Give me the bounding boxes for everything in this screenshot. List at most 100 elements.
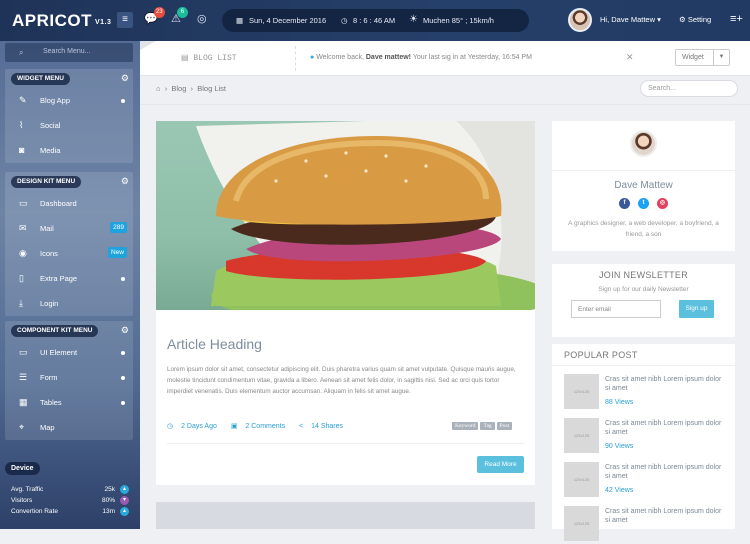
lifebuoy-icon[interactable]: ◎ bbox=[197, 12, 207, 25]
chevron-down-icon: ▼ bbox=[713, 50, 729, 65]
desktop-icon: ▭ bbox=[19, 347, 28, 357]
caret-down-icon: ▾ bbox=[657, 15, 661, 24]
list-item[interactable]: 125x125 Cras sit amet nibh Lorem ipsum do… bbox=[564, 462, 729, 500]
group-title: DESIGN KIT MENU bbox=[11, 176, 82, 188]
post-title: Cras sit amet nibh Lorem ipsum dolor si … bbox=[605, 420, 722, 436]
time-text: 8 : 6 : 46 AM bbox=[353, 16, 396, 25]
tag-keyword[interactable]: Keyword bbox=[452, 422, 479, 430]
sidebar-item-tables[interactable]: ▦ Tables bbox=[5, 390, 133, 415]
sidebar-item-icons[interactable]: ◉ Icons New bbox=[5, 241, 133, 266]
article-tags: Keyword Tag Post bbox=[450, 420, 513, 430]
component-kit-menu-group: COMPONENT KIT MENU ⚙ ▭ UI Element ☰ Form ▦… bbox=[5, 321, 133, 440]
widget-dropdown[interactable]: Widget ▼ bbox=[675, 49, 730, 66]
download-icon: ⤓ bbox=[19, 298, 23, 308]
plus-menu-icon[interactable]: ≡+ bbox=[730, 13, 743, 25]
sidebar-item-login[interactable]: ⤓ Login bbox=[5, 291, 133, 316]
home-icon[interactable]: ⌂ bbox=[156, 84, 161, 93]
profile-name: Dave Mattew bbox=[614, 180, 673, 191]
article-image[interactable] bbox=[156, 121, 535, 310]
dot-indicator bbox=[121, 99, 125, 103]
user-menu[interactable]: Hi, Dave Mattew ▾ bbox=[600, 15, 661, 24]
newsletter-title: JOIN NEWSLETTER bbox=[598, 270, 688, 280]
newsletter-card: JOIN NEWSLETTER Sign up for our daily Ne… bbox=[552, 264, 735, 337]
sidebar-item-media[interactable]: ◙ Media bbox=[5, 138, 133, 163]
group-title: WIDGET MENU bbox=[11, 73, 70, 85]
post-title: Cras sit amet nibh Lorem ipsum dolor si … bbox=[605, 376, 722, 392]
list-item[interactable]: 125x125 Cras sit amet nibh Lorem ipsum do… bbox=[564, 506, 729, 544]
tag-tag[interactable]: Tag bbox=[480, 422, 495, 430]
grid-icon: ▦ bbox=[19, 397, 28, 407]
post-views: 90 Views bbox=[605, 443, 634, 450]
gear-icon: ⚙ bbox=[679, 15, 686, 24]
article-shares[interactable]: < 14 Shares bbox=[299, 423, 349, 430]
sidebar-item-label: UI Element bbox=[40, 348, 78, 357]
post-views: 88 Views bbox=[605, 399, 634, 406]
sidebar-item-ui-element[interactable]: ▭ UI Element bbox=[5, 340, 133, 365]
twitter-icon[interactable]: t bbox=[638, 198, 649, 209]
article-comments[interactable]: ▣ 2 Comments bbox=[231, 423, 291, 430]
close-icon[interactable]: ✕ bbox=[626, 52, 634, 63]
user-avatar[interactable] bbox=[568, 8, 592, 32]
sign-up-button[interactable]: Sign up bbox=[679, 300, 714, 318]
article-body: Lorem ipsum dolor sit amet, consectetur … bbox=[167, 366, 516, 395]
read-more-button[interactable]: Read More bbox=[477, 456, 524, 473]
chat-icon[interactable]: 💬 23 bbox=[144, 7, 165, 25]
tag-post[interactable]: Post bbox=[496, 422, 513, 430]
stat-avg-traffic: Avg. Traffic 25k ▴ bbox=[11, 485, 129, 494]
sidebar-item-form[interactable]: ☰ Form bbox=[5, 365, 133, 390]
stat-conversion-rate: Convertion Rate 13m ▴ bbox=[11, 507, 129, 516]
date-text: 2 Days Ago bbox=[181, 423, 217, 430]
instagram-icon[interactable]: ◎ bbox=[657, 198, 668, 209]
page-fold-corner bbox=[140, 41, 156, 50]
pencil-icon: ✎ bbox=[19, 95, 27, 105]
monitor-icon: ▭ bbox=[19, 198, 28, 208]
header-divider bbox=[140, 104, 750, 105]
page-label-text: BLOG LIST bbox=[193, 54, 237, 63]
list-item[interactable]: 125x125 Cras sit amet nibh Lorem ipsum do… bbox=[564, 374, 729, 412]
page-search-input[interactable]: Search... bbox=[640, 80, 738, 97]
facebook-icon[interactable]: f bbox=[619, 198, 630, 209]
sidebar-item-blog-app[interactable]: ✎ Blog App bbox=[5, 88, 133, 113]
post-title: Cras sit amet nibh Lorem ipsum dolor si … bbox=[605, 508, 722, 524]
welcome-suffix: Your last sig in at Yesterday, 16:54 PM bbox=[412, 54, 532, 61]
page-label: ▤ BLOG LIST bbox=[181, 53, 237, 63]
welcome-prefix: Welcome back, bbox=[316, 54, 364, 61]
hamburger-menu-icon[interactable]: ≡ bbox=[117, 12, 133, 28]
stat-visitors: Visitors 80% ▾ bbox=[11, 496, 129, 505]
chat-badge: 23 bbox=[153, 7, 165, 18]
sidebar-item-mail[interactable]: ✉ Mail 289 bbox=[5, 216, 133, 241]
widget-label: Widget bbox=[682, 54, 704, 61]
gear-icon[interactable]: ⚙ bbox=[121, 325, 129, 336]
dot-indicator bbox=[121, 351, 125, 355]
setting-button[interactable]: ⚙ Setting bbox=[679, 15, 711, 24]
gear-icon[interactable]: ⚙ bbox=[121, 176, 129, 187]
sidebar-item-label: Mail bbox=[40, 224, 54, 233]
stat-label: Visitors bbox=[11, 497, 33, 504]
sidebar-search-input[interactable]: ⌕ Search Menu... bbox=[5, 43, 133, 62]
shares-text: 14 Shares bbox=[311, 423, 344, 430]
arrow-up-icon: ▴ bbox=[120, 485, 129, 494]
sidebar-item-extra-page[interactable]: ▯ Extra Page bbox=[5, 266, 133, 291]
email-field[interactable]: Enter email bbox=[571, 300, 661, 318]
list-item[interactable]: 125x125 Cras sit amet nibh Lorem ipsum do… bbox=[564, 418, 729, 456]
rss-icon: ⌇ bbox=[19, 120, 24, 130]
camera-icon: ◙ bbox=[19, 145, 25, 155]
sidebar-item-dashboard[interactable]: ▭ Dashboard bbox=[5, 191, 133, 216]
sidebar-item-label: Tables bbox=[40, 398, 62, 407]
clock-icon: ◷ bbox=[341, 16, 348, 25]
info-icon: ● bbox=[310, 54, 315, 61]
sidebar-item-map[interactable]: ⌖ Map bbox=[5, 415, 133, 440]
breadcrumb-blog[interactable]: Blog bbox=[171, 84, 186, 93]
alert-icon[interactable]: ⚠ 6 bbox=[171, 7, 188, 25]
sidebar-item-social[interactable]: ⌇ Social bbox=[5, 113, 133, 138]
search-placeholder: Search Menu... bbox=[43, 48, 91, 55]
stat-value: 13m bbox=[102, 508, 115, 515]
popular-post-title: POPULAR POST bbox=[564, 350, 638, 360]
article-heading[interactable]: Article Heading bbox=[167, 336, 262, 352]
breadcrumb-blog-list[interactable]: Blog List bbox=[197, 84, 226, 93]
app-logo[interactable]: APRICOT V1.3 bbox=[12, 11, 111, 31]
article-divider bbox=[167, 443, 524, 444]
gear-icon[interactable]: ⚙ bbox=[121, 73, 129, 84]
profile-avatar[interactable] bbox=[630, 130, 657, 157]
file-icon: ▯ bbox=[19, 273, 24, 283]
